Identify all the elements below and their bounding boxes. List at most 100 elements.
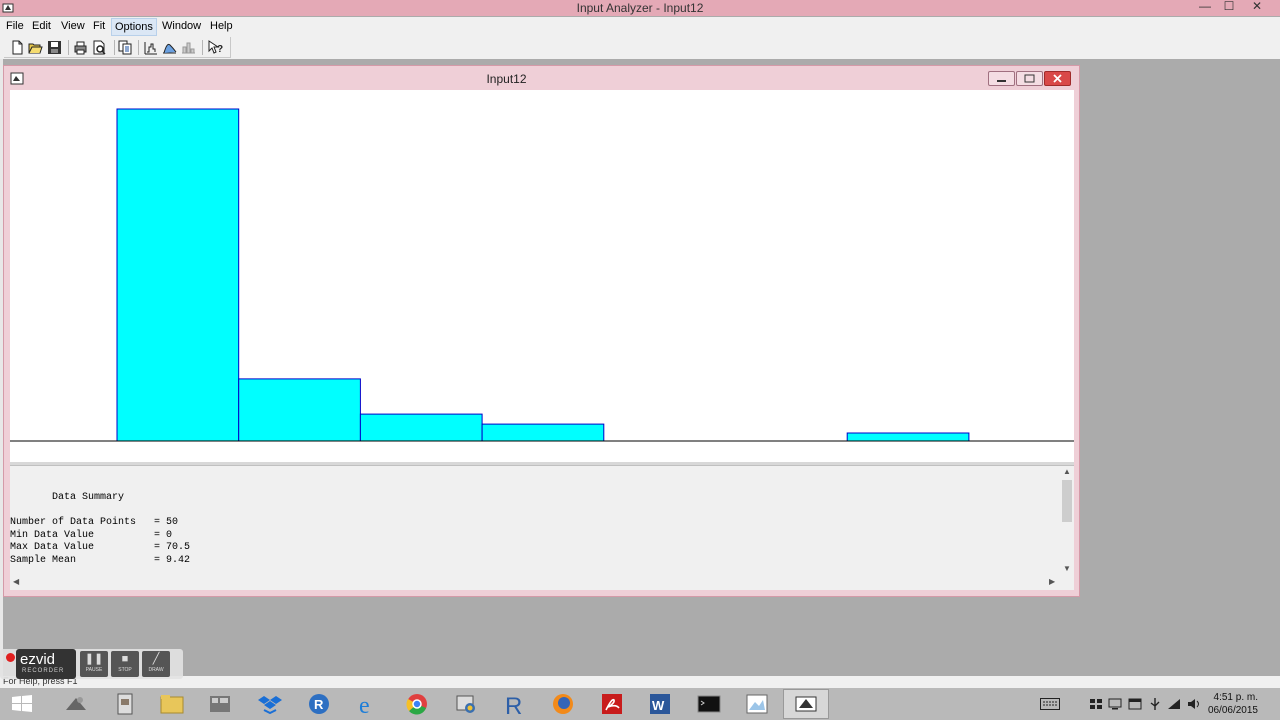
scroll-left-icon[interactable]: ◀ (13, 577, 19, 586)
recorder-logo-text: ezvid (20, 651, 56, 668)
firefox-icon[interactable] (541, 690, 585, 718)
recorder-pause-button[interactable]: ❚❚ PAUSE (80, 651, 108, 677)
histogram-pane (10, 90, 1074, 462)
distribution-icon[interactable] (161, 39, 178, 56)
toolbar-separator (138, 40, 139, 55)
terminal-icon[interactable] (687, 690, 731, 718)
toolbar-separator (202, 40, 203, 55)
window-icon[interactable] (1128, 698, 1142, 710)
child-window-title: Input12 (486, 72, 527, 86)
print-icon[interactable] (72, 39, 89, 56)
recorder-draw-button[interactable]: ╱ DRAW (142, 651, 170, 677)
summary-vertical-scrollbar[interactable]: ▲ ▼ (1060, 466, 1074, 578)
dropbox-icon[interactable] (248, 690, 292, 718)
windows-icon[interactable] (1089, 698, 1103, 710)
toolbar-separator (114, 40, 115, 55)
fit-icon[interactable] (142, 39, 159, 56)
summary-heading-indent (10, 492, 52, 503)
histogram-bar-3 (359, 413, 483, 442)
menu-window[interactable]: Window (162, 20, 201, 32)
scroll-thumb[interactable] (1062, 480, 1072, 522)
recorder-pause-label: PAUSE (85, 667, 103, 673)
chrome-icon[interactable] (395, 690, 439, 718)
histogram-bar-2 (238, 378, 361, 442)
summary-pad: = (76, 554, 167, 566)
internet-explorer-icon[interactable]: e (346, 690, 390, 718)
menu-help[interactable]: Help (210, 20, 233, 32)
copy-icon[interactable] (117, 39, 134, 56)
summary-value-min: 0 (166, 529, 173, 541)
title-bar: Input Analyzer - Input12 — ☐ ✕ (0, 0, 1280, 16)
child-restore-button[interactable] (1016, 71, 1043, 86)
menu-file[interactable]: File (6, 20, 24, 32)
app-icon[interactable] (54, 690, 98, 718)
stop-icon: ■ (121, 653, 129, 665)
display-icon[interactable] (1108, 698, 1122, 710)
new-icon[interactable] (9, 39, 26, 56)
summary-pad: = (94, 542, 167, 553)
word-icon[interactable]: W (638, 690, 682, 718)
summary-value-max: 70.5 (166, 542, 191, 553)
python-icon[interactable] (444, 690, 488, 718)
svg-text:e: e (359, 693, 370, 718)
child-close-button[interactable] (1044, 71, 1071, 86)
summary-horizontal-scrollbar[interactable]: ◀ ▶ (10, 577, 1060, 589)
histogram-icon[interactable] (180, 39, 197, 56)
input-analyzer-icon[interactable] (783, 689, 829, 719)
taskbar-clock[interactable]: 4:51 p. m. 06/06/2015 (1208, 691, 1258, 717)
rstudio-icon[interactable]: R (492, 690, 536, 718)
window-title: Input Analyzer - Input12 (576, 1, 704, 15)
start-icon[interactable] (0, 690, 44, 718)
histogram-bar-4 (481, 423, 605, 442)
restore-icon (1024, 74, 1035, 83)
r-icon[interactable]: R (297, 690, 341, 718)
context-help-icon[interactable]: ? (207, 39, 224, 56)
close-button[interactable]: ✕ (1244, 0, 1270, 14)
clock-time: 4:51 p. m. (1213, 692, 1258, 703)
keyboard-icon[interactable] (1040, 698, 1060, 710)
paint-icon[interactable] (735, 690, 779, 718)
minimize-icon (997, 80, 1006, 82)
volume-icon[interactable] (1187, 698, 1201, 710)
usb-icon[interactable] (1148, 698, 1162, 710)
data-summary-text: Data Summary Number of Data Points = 50 … (10, 492, 190, 567)
scroll-up-icon[interactable]: ▲ (1063, 467, 1071, 476)
svg-text:R: R (505, 693, 522, 718)
toolbar-panel: ? (4, 37, 231, 58)
close-icon (1053, 74, 1062, 83)
print-preview-icon[interactable] (91, 39, 108, 56)
recorder-logo: ezvid RECORDER (16, 649, 76, 679)
network-icon[interactable] (1167, 698, 1181, 710)
clock-date: 06/06/2015 (1207, 705, 1258, 716)
scroll-right-icon[interactable]: ▶ (1049, 577, 1055, 586)
file-icon[interactable] (103, 690, 147, 718)
app-icon[interactable] (198, 690, 242, 718)
summary-heading: Data Summary (52, 492, 125, 503)
menu-view[interactable]: View (61, 20, 85, 32)
recorder-overlay: ezvid RECORDER ❚❚ PAUSE ■ STOP ╱ DRAW (0, 649, 183, 679)
recorder-logo-sub: RECORDER (22, 668, 65, 674)
menu-options[interactable]: Options (111, 18, 157, 36)
save-icon[interactable] (46, 39, 63, 56)
recorder-stop-label: STOP (118, 667, 132, 673)
acrobat-icon[interactable] (590, 690, 634, 718)
svg-text:W: W (652, 698, 665, 713)
open-icon[interactable] (27, 39, 44, 56)
scroll-down-icon[interactable]: ▼ (1063, 564, 1071, 573)
status-bar: For Help, press F1 (0, 676, 1280, 688)
summary-value-points: 50 (166, 517, 179, 528)
child-minimize-button[interactable] (988, 71, 1015, 86)
recorder-stop-button[interactable]: ■ STOP (111, 651, 139, 677)
summary-pad: = (94, 529, 167, 541)
recording-indicator-icon (6, 653, 15, 662)
menu-bar: File Edit View Fit Options Window Help (0, 17, 1280, 37)
maximize-button[interactable]: ☐ (1216, 0, 1242, 14)
folder-icon[interactable] (150, 690, 194, 718)
menu-fit[interactable]: Fit (93, 20, 105, 32)
svg-text:?: ? (217, 44, 223, 55)
histogram-bar-1 (116, 108, 240, 442)
child-title-bar[interactable]: Input12 (4, 66, 1079, 91)
menu-edit[interactable]: Edit (32, 20, 51, 32)
histogram-chart (10, 108, 1074, 442)
minimize-button[interactable]: — (1192, 0, 1218, 14)
